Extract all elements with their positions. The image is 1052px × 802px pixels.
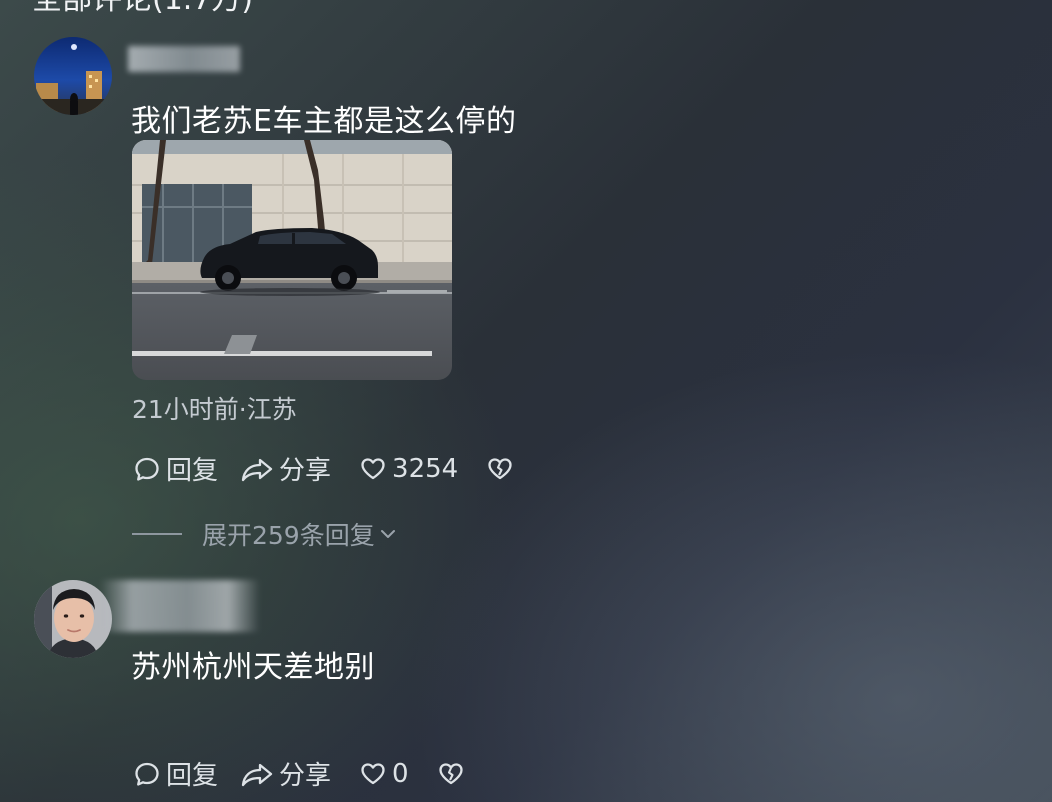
share-arrow-icon	[241, 458, 273, 481]
parked-suv-image	[132, 140, 452, 380]
like-count: 3254	[392, 453, 459, 484]
comment-photo[interactable]	[132, 140, 452, 380]
comment-meta: 21小时前·江苏	[132, 395, 297, 424]
reply-button[interactable]: 回复	[133, 450, 218, 487]
heart-icon	[361, 457, 385, 479]
like-button[interactable]: 3254	[359, 454, 458, 484]
comment-text: 我们老苏E车主都是这么停的	[131, 104, 517, 139]
avatar-night-city-image	[34, 37, 112, 115]
username-redacted	[100, 580, 260, 632]
dislike-button[interactable]	[486, 455, 514, 483]
expand-divider	[132, 533, 182, 535]
comment-actions: 回复 分享 3254	[133, 450, 514, 487]
share-button[interactable]: 分享	[240, 755, 331, 792]
comment-actions: 回复 分享 0	[133, 755, 465, 792]
avatar[interactable]	[34, 37, 112, 115]
chevron-down-icon	[380, 530, 395, 538]
speech-bubble-icon	[135, 457, 159, 481]
dislike-button[interactable]	[437, 760, 465, 788]
username-redacted	[128, 46, 240, 72]
reply-button[interactable]: 回复	[133, 755, 218, 792]
comment-item: 我们老苏E车主都是这么停的 21小时前·江苏 回复 分享 3254 展开259条…	[0, 0, 1052, 560]
reply-label: 回复	[166, 456, 219, 486]
reply-label: 回复	[166, 761, 219, 791]
share-button[interactable]: 分享	[240, 450, 331, 487]
share-label: 分享	[279, 761, 332, 791]
broken-heart-icon	[488, 457, 512, 479]
like-button[interactable]: 0	[359, 759, 409, 789]
heart-icon	[361, 762, 385, 784]
speech-bubble-icon	[135, 762, 159, 786]
share-label: 分享	[279, 456, 332, 486]
expand-replies-button[interactable]: 展开259条回复	[132, 516, 399, 552]
comment-item: 苏州杭州天差地别 回复 分享 0	[0, 570, 1052, 802]
expand-replies-label: 展开259条回复	[202, 521, 375, 550]
like-count: 0	[392, 758, 409, 789]
broken-heart-icon	[438, 762, 463, 784]
share-arrow-icon	[241, 763, 273, 786]
comment-text: 苏州杭州天差地别	[131, 650, 375, 685]
